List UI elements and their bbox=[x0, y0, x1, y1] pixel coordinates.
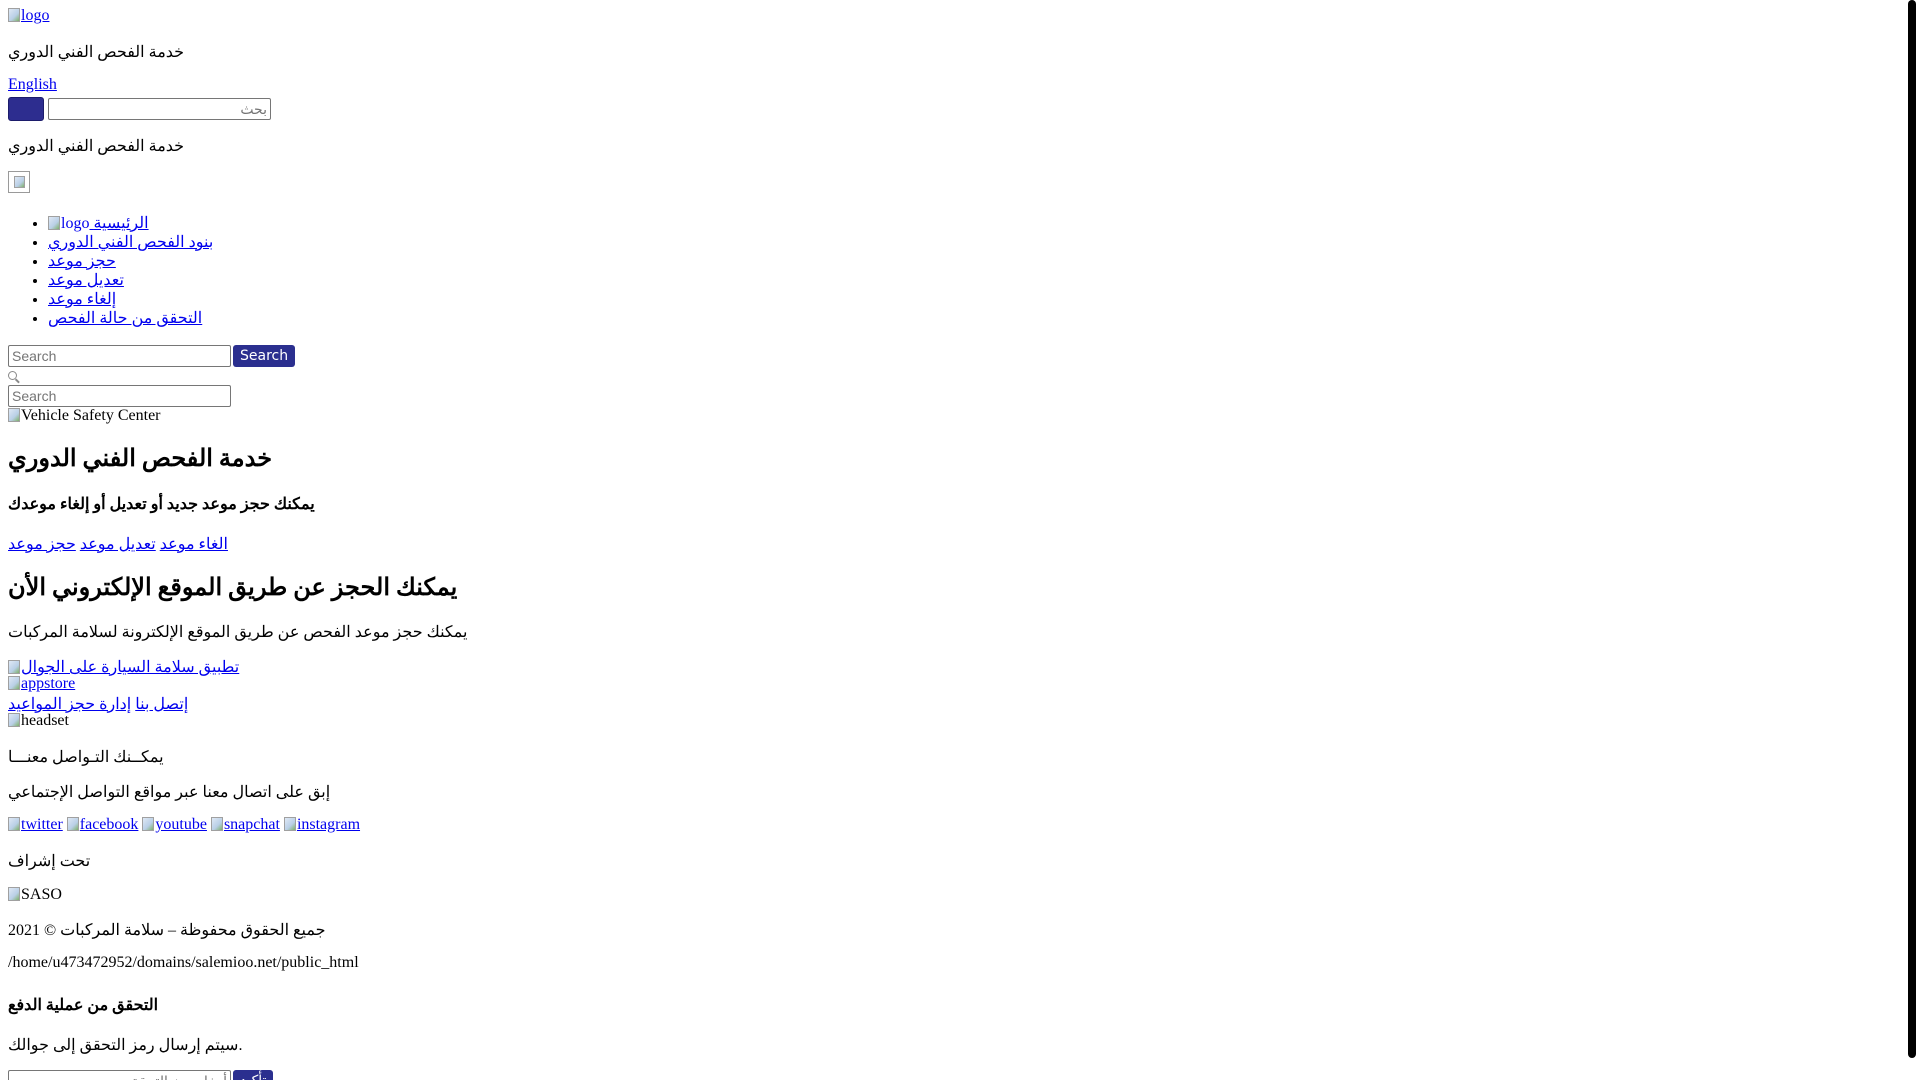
appstore-alt: appstore bbox=[21, 675, 76, 692]
nav-link-cancel[interactable]: إلغاء موعد bbox=[48, 291, 116, 308]
scrollbar-thumb[interactable] bbox=[1908, 0, 1916, 1058]
hero-book-link[interactable]: حجز موعد bbox=[8, 536, 76, 553]
youtube-link[interactable]: youtube bbox=[142, 816, 207, 834]
online-title: يمكنك الحجز عن طريق الموقع الإلكتروني ال… bbox=[8, 575, 458, 601]
youtube-icon bbox=[142, 817, 155, 831]
header-logo-link[interactable]: logo bbox=[8, 7, 49, 25]
nav-item-book: حجز موعد bbox=[48, 252, 213, 271]
payment-text: سيتم إرسال رمز التحقق إلى جوالك. bbox=[8, 1037, 243, 1054]
youtube-alt: youtube bbox=[155, 816, 207, 833]
twitter-link[interactable]: twitter bbox=[8, 816, 63, 834]
header-site-title-2: خدمة الفحص الفني الدوري bbox=[8, 138, 185, 155]
server-path-text: /home/u473472952/domains/salemioo.net/pu… bbox=[8, 954, 359, 971]
menu-toggle-icon[interactable] bbox=[8, 171, 30, 193]
hero-title: خدمة الفحص الفني الدوري bbox=[8, 446, 273, 472]
headset-image: headset bbox=[8, 712, 69, 730]
page-scrollbar[interactable] bbox=[1903, 0, 1920, 1080]
nav-item-inspection-items: بنود الفحص الفني الدوري bbox=[48, 233, 213, 252]
header-search-row: بحث bbox=[8, 97, 271, 121]
social-links: twitter facebook youtube snapchat instag… bbox=[8, 816, 360, 834]
nav-label-home: الرئيسية bbox=[93, 215, 149, 232]
twitter-icon bbox=[8, 817, 20, 831]
header-logo-row: logo bbox=[8, 7, 49, 25]
nav-link-book[interactable]: حجز موعد bbox=[48, 253, 116, 270]
nav-link-home[interactable]: logo الرئيسية bbox=[48, 215, 149, 232]
verification-code-input[interactable]: أدخل رمز التحقق bbox=[8, 1070, 231, 1080]
appstore-row: appstore bbox=[8, 675, 75, 693]
search-row: Search Search bbox=[8, 345, 296, 367]
broken-image-icon bbox=[8, 676, 20, 690]
twitter-alt: twitter bbox=[21, 816, 63, 833]
broken-image-icon bbox=[8, 8, 20, 22]
broken-image-icon bbox=[8, 408, 20, 422]
hero-image-alt: Vehicle Safety Center bbox=[21, 407, 161, 424]
nav-link-modify[interactable]: تعديل موعد bbox=[48, 272, 124, 289]
header-search-button[interactable] bbox=[8, 97, 44, 121]
online-text: يمكنك حجز موعد الفحص عن طريق الموقع الإل… bbox=[8, 624, 468, 641]
instagram-icon bbox=[283, 817, 296, 831]
facebook-link[interactable]: facebook bbox=[66, 816, 139, 834]
snapchat-link[interactable]: snapchat bbox=[210, 816, 280, 834]
appstore-link[interactable]: appstore bbox=[8, 675, 75, 693]
payment-title: التحقق من عملية الدفع bbox=[8, 997, 159, 1014]
mobile-app-link[interactable]: تطبيق سلامة السيارة على الجوال bbox=[8, 657, 239, 677]
confirm-button[interactable]: تأكيد bbox=[233, 1070, 274, 1080]
nav-link-check-status[interactable]: التحقق من حالة الفحص bbox=[48, 310, 202, 327]
search-input-2[interactable]: Search bbox=[8, 385, 231, 407]
hero-modify-link[interactable]: تعديل موعد bbox=[80, 536, 156, 553]
headset-icon bbox=[8, 713, 20, 727]
header-logo-alt: logo bbox=[21, 7, 50, 24]
nav-logo: logo bbox=[48, 214, 89, 233]
search-input[interactable]: Search bbox=[8, 345, 231, 367]
instagram-alt: instagram bbox=[296, 816, 361, 833]
menu-toggle-row bbox=[8, 171, 30, 198]
main-nav: logo الرئيسية بنود الفحص الفني الدوري حج… bbox=[8, 214, 213, 328]
nav-item-home: logo الرئيسية bbox=[48, 214, 213, 233]
saso-logo-icon bbox=[8, 887, 20, 901]
facebook-alt: facebook bbox=[79, 816, 139, 833]
snapchat-alt: snapchat bbox=[223, 816, 280, 833]
saso-logo: SASO bbox=[8, 886, 62, 904]
page: logo خدمة الفحص الفني الدوري English بحث… bbox=[8, 0, 1908, 1080]
hero-links: الغاء موعد تعديل موعد حجز موعد bbox=[8, 534, 228, 554]
nav-item-modify: تعديل موعد bbox=[48, 271, 213, 290]
nav-logo-alt: logo bbox=[61, 215, 90, 232]
headset-alt: headset bbox=[21, 712, 69, 729]
facebook-icon bbox=[66, 817, 79, 831]
manage-booking-link[interactable]: إدارة حجز المواعيد bbox=[8, 696, 131, 713]
language-link[interactable]: English bbox=[8, 76, 57, 93]
search-button[interactable]: Search bbox=[233, 345, 296, 367]
mobile-app-row: تطبيق سلامة السيارة على الجوال bbox=[8, 657, 239, 677]
snapchat-icon bbox=[210, 817, 223, 831]
contact-title: يمكــنك التـواصل معنـــا bbox=[8, 749, 164, 766]
instagram-link[interactable]: instagram bbox=[283, 816, 361, 834]
nav-item-check-status: التحقق من حالة الفحص bbox=[48, 309, 213, 328]
broken-image-icon bbox=[8, 660, 20, 674]
search-icon[interactable] bbox=[8, 371, 17, 380]
contact-link[interactable]: إتصل بنا bbox=[135, 696, 188, 713]
saso-alt: SASO bbox=[21, 886, 62, 903]
language-row: English bbox=[8, 76, 57, 94]
hero-cancel-link[interactable]: الغاء موعد bbox=[160, 536, 228, 553]
header-search-input[interactable]: بحث bbox=[48, 98, 271, 120]
hero-subtitle: يمكنك حجز موعد جديد أو تعديل أو إلغاء مو… bbox=[8, 496, 315, 513]
online-links-row: إتصل بنا إدارة حجز المواعيد bbox=[8, 694, 188, 714]
nav-link-inspection-items[interactable]: بنود الفحص الفني الدوري bbox=[48, 234, 213, 251]
contact-text: إبق على اتصال معنا عبر مواقع التواصل الإ… bbox=[8, 784, 331, 801]
search-icon-row bbox=[8, 367, 17, 385]
header-site-title: خدمة الفحص الفني الدوري bbox=[8, 44, 185, 61]
payment-form-row: أدخل رمز التحققتأكيد bbox=[8, 1070, 274, 1080]
hero-image: Vehicle Safety Center bbox=[8, 407, 161, 425]
supervision-text: تحت إشراف bbox=[8, 853, 91, 870]
copyright-text: 2021 © جميع الحقوق محفوظة – سلامة المركب… bbox=[8, 922, 326, 939]
broken-image-icon bbox=[48, 216, 60, 230]
mobile-app-alt: تطبيق سلامة السيارة على الجوال bbox=[21, 659, 240, 676]
nav-item-cancel: إلغاء موعد bbox=[48, 290, 213, 309]
search-row-2: Search bbox=[8, 385, 231, 407]
